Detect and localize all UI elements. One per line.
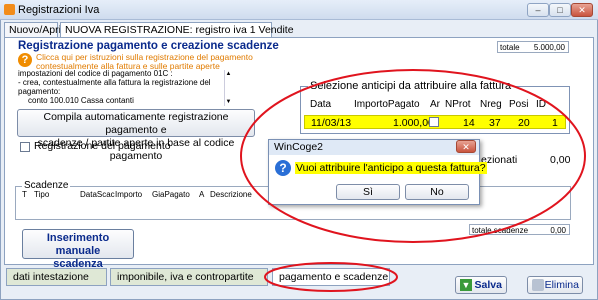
row-nprot: 14 [463,117,475,129]
col-importo: ImportoPagato [354,99,420,110]
question-icon: ? [275,160,291,176]
totale-value: 5.000,00 [533,43,565,52]
dialog-close-button[interactable]: ✕ [456,140,476,153]
inserimento-manuale-button[interactable]: Inserimento manuale scadenza [22,229,134,270]
scad-col-tipo: Tipo [34,190,50,199]
info-line-2: - crea, contestualmente alla fattura la … [18,78,211,87]
scad-col-datascac: DataScac [80,190,115,199]
dialog-title: WinCoge2 [274,141,324,153]
elimina-button[interactable]: Elimina [527,276,583,294]
tab-pagamento-scadenze[interactable]: pagamento e scadenze [272,268,390,286]
scad-col-a: A [199,190,205,199]
trash-icon [532,279,544,291]
compila-automaticamente-button[interactable]: Compila automaticamente registrazione pa… [17,109,255,162]
tab-dati-intestazione[interactable]: dati intestazione [6,268,107,286]
totale-label: totale [500,43,520,52]
registrazione-pagamento-label: Registrazione del pagamento [34,140,171,152]
app-icon [4,4,15,15]
salva-label: Salva [474,279,502,291]
totale-box: totale 5.000,00 [497,41,569,53]
anticipi-row[interactable]: 11/03/13 1.000,00 14 37 20 1 [304,115,566,129]
scroll-up-icon[interactable]: ▲ [225,70,232,78]
salva-button[interactable]: ▼ Salva [455,276,507,294]
info-line-1: impostazioni del codice di pagamento 01C… [18,69,173,78]
tab-nuova-registrazione[interactable]: NUOVA REGISTRAZIONE: registro iva 1 Vend… [60,22,294,37]
scad-col-giapagato: GiaPagato [152,190,190,199]
close-button[interactable]: ✕ [571,3,593,17]
maximize-button[interactable]: □ [549,3,571,17]
registrazione-pagamento-checkbox[interactable] [20,142,30,152]
row-posi: 20 [518,117,530,129]
elimina-label: Elimina [544,279,579,291]
col-nprot: NProt [445,99,471,110]
tab-imponibile[interactable]: imponibile, iva e contropartite [110,268,268,286]
col-id: ID [536,99,546,110]
row-id: 1 [552,117,558,129]
tab-nuovo-apri[interactable]: Nuovo/Apri [4,22,61,37]
row-data: 11/03/13 [311,117,352,129]
anticipi-title: Selezione anticipi da attribuire alla fa… [308,80,514,92]
row-ar-checkbox[interactable] [429,117,439,127]
inserimento-line-1: Inserimento manuale [46,232,110,257]
anticipi-header: Data ImportoPagato Ar NProt Nreg Posi ID [302,99,568,113]
compila-line-1: Compila automaticamente registrazione pa… [43,111,229,136]
section-title: Registrazione pagamento e creazione scad… [18,40,279,52]
scad-col-descrizione: Descrizione [210,190,252,199]
scroll-down-icon[interactable]: ▼ [225,98,232,106]
col-data: Data [310,99,332,110]
col-ar: Ar [430,99,440,110]
help-icon[interactable]: ? [18,53,32,67]
col-nreg: Nreg [480,99,502,110]
dialog-no-button[interactable]: No [405,184,469,200]
save-icon: ▼ [460,279,472,291]
row-importo: 1.000,00 [393,117,434,129]
totale-scadenze-box: totale scadenze 0,00 [469,224,570,235]
totale-scadenze-value: 0,00 [550,226,566,235]
scad-col-importo: Importo [115,190,143,199]
window-title: Registrazioni Iva [18,4,100,16]
totale-scadenze-label: totale scadenze [472,226,529,235]
col-posi: Posi [509,99,529,110]
selezionati-value: 0,00 [550,154,571,166]
dialog-message: Vuoi attribuire l'anticipo a questa fatt… [295,162,487,174]
minimize-button[interactable]: – [527,3,549,17]
scad-col-t: T [22,190,27,199]
payment-info-area: impostazioni del codice di pagamento 01C… [18,69,236,109]
info-scrollbar[interactable]: ▲ ▼ [224,70,232,106]
info-line-3: pagamento: [18,87,61,96]
info-line-4: conto 100.010 Cassa contanti [28,96,134,105]
row-nreg: 37 [489,117,501,129]
dialog-yes-button[interactable]: Sì [336,184,400,200]
